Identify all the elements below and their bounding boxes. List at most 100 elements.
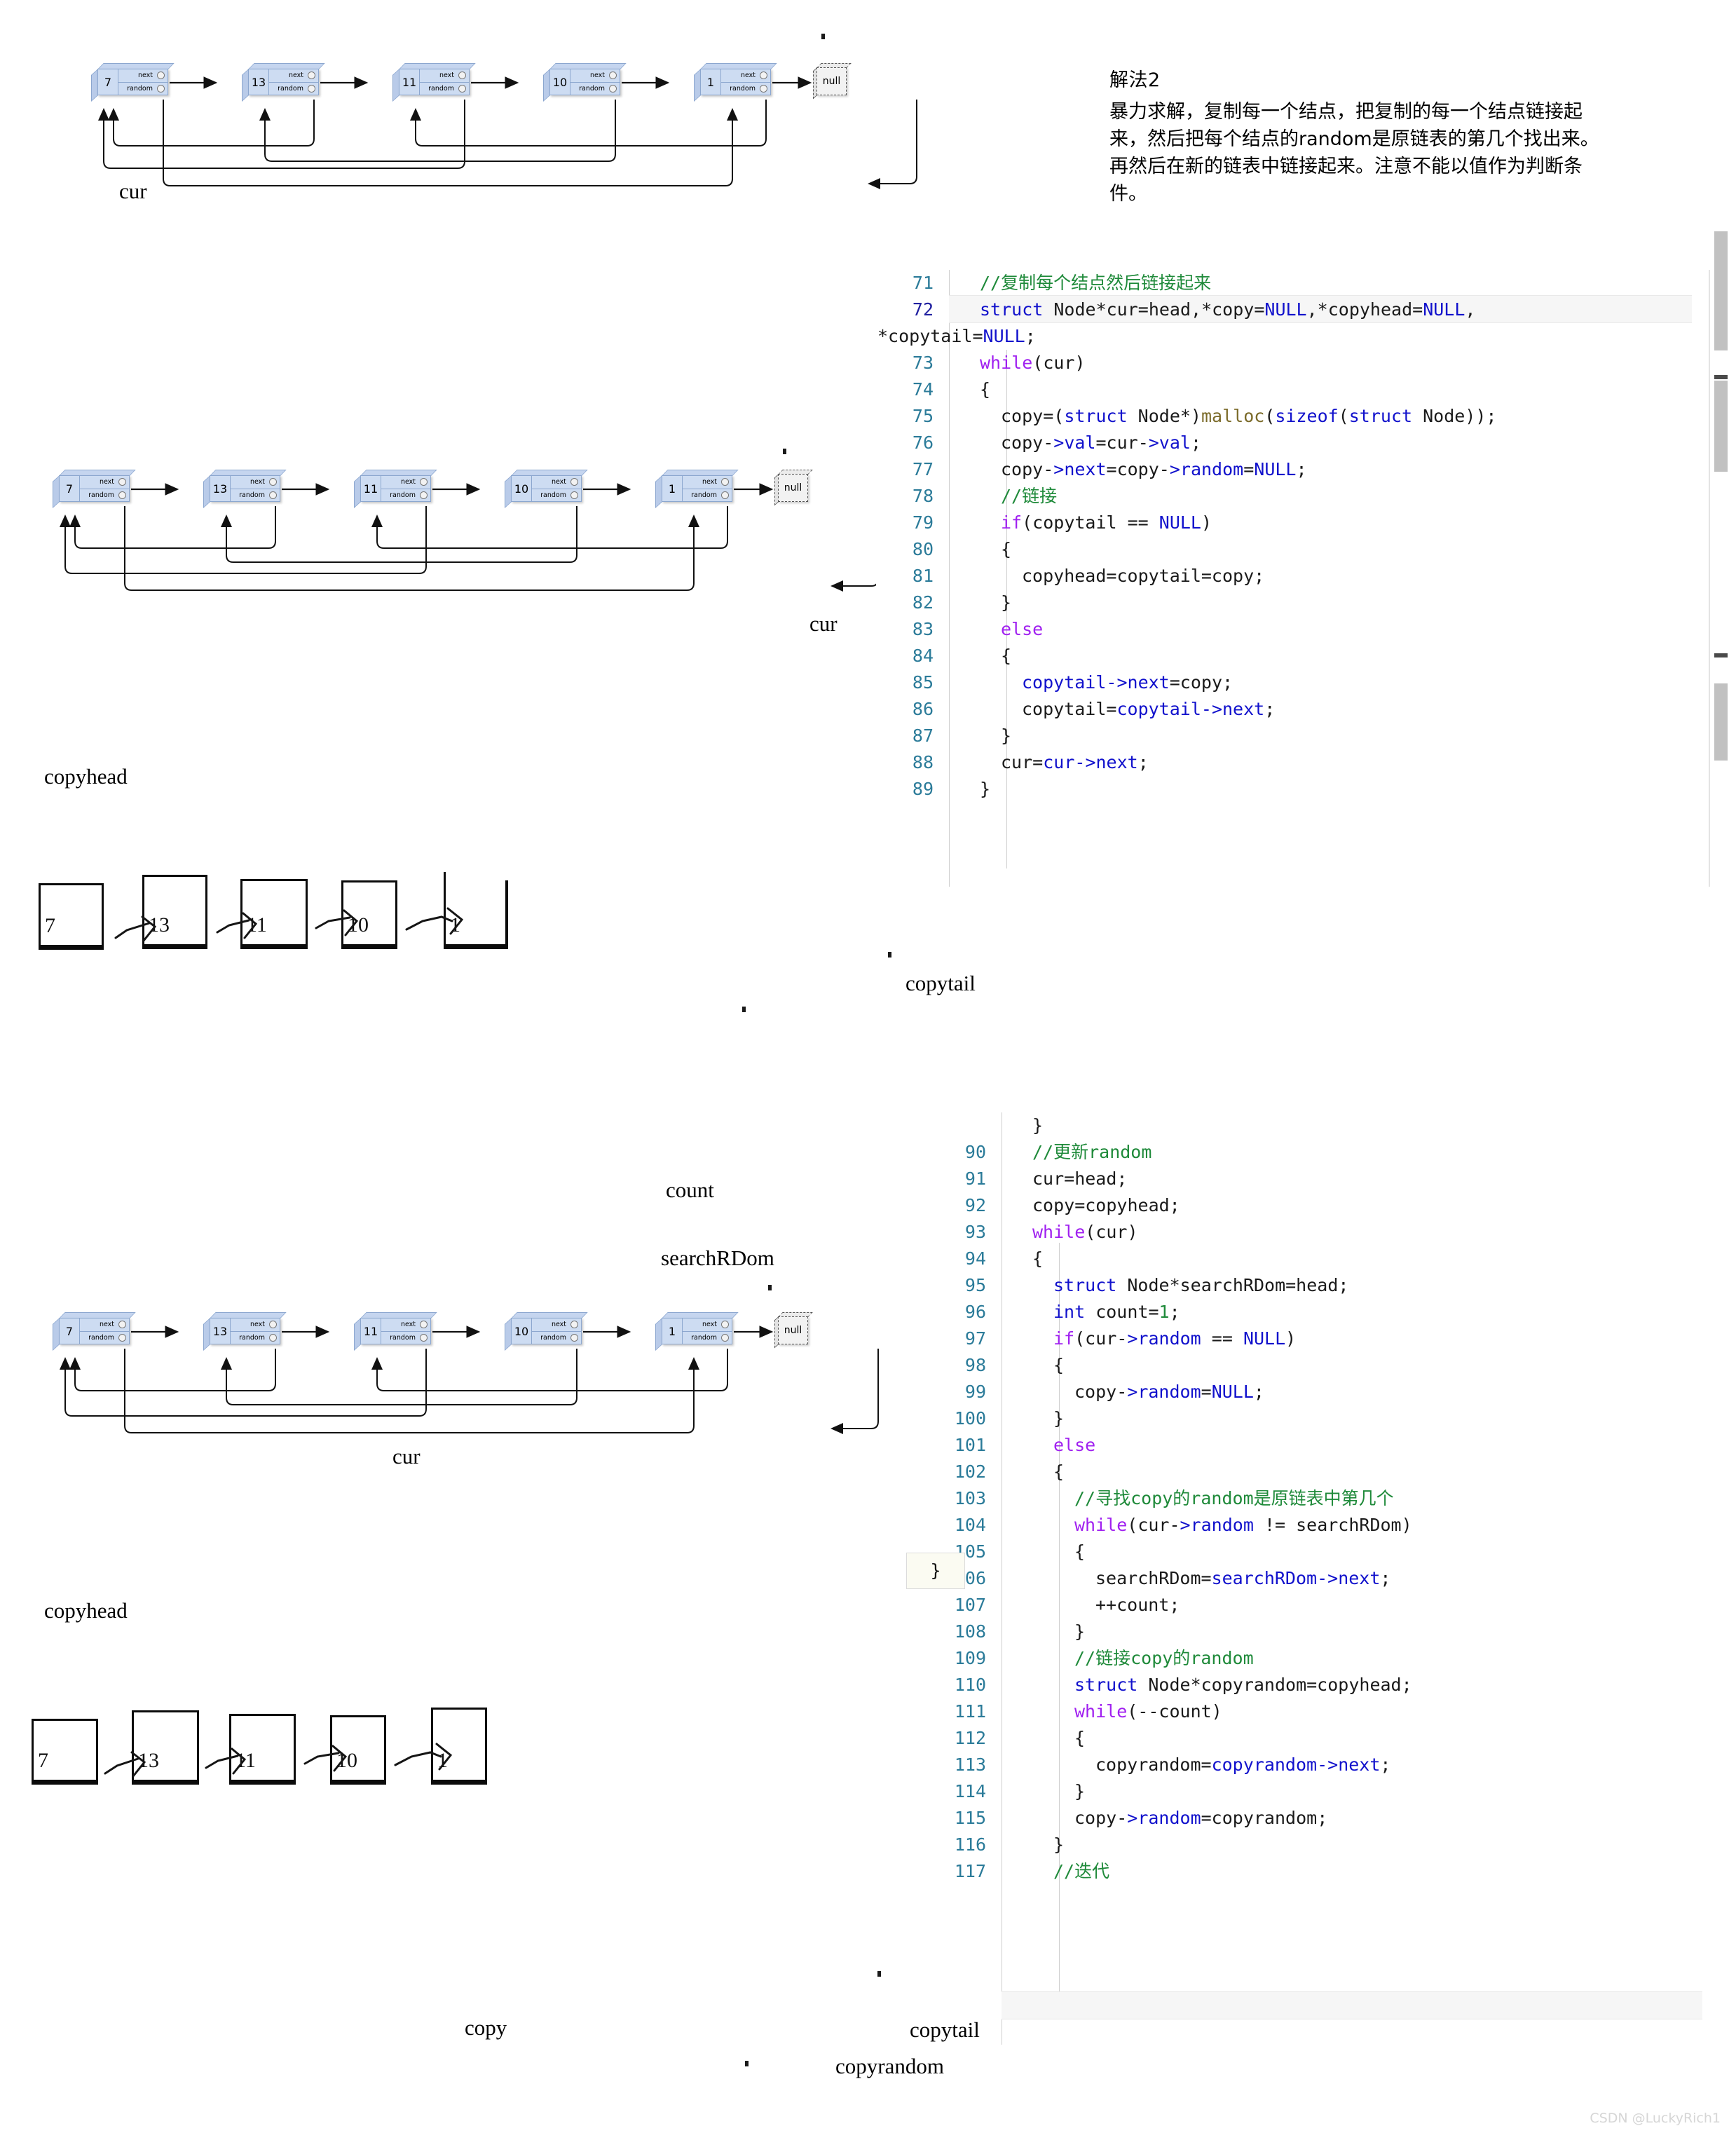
- code-line[interactable]: 103 //寻找copy的random是原链表中第几个: [929, 1485, 1736, 1512]
- code-token: (--count): [1127, 1701, 1222, 1722]
- code-line[interactable]: 94 {: [929, 1246, 1736, 1272]
- code-line[interactable]: 73 while(cur): [876, 350, 1736, 376]
- code-line[interactable]: 89}: [876, 776, 1736, 803]
- code-line[interactable]: 114}: [929, 1778, 1736, 1805]
- code-token: ;: [1169, 1302, 1180, 1322]
- code-token: >next: [1327, 1568, 1381, 1588]
- code-line[interactable]: 75 copy=(struct Node*)malloc(sizeof(struc…: [876, 403, 1736, 430]
- code-line-text: }: [1001, 590, 1011, 616]
- code-token: copy=copyhead;: [1032, 1195, 1180, 1215]
- code-line[interactable]: 110 struct Node*copyrandom=copyhead;: [929, 1672, 1736, 1698]
- handdrawn-box: 13: [132, 1710, 199, 1785]
- code-line-number: 75: [912, 406, 934, 426]
- code-line[interactable]: 108}: [929, 1619, 1736, 1645]
- list-node: 1 next random: [655, 470, 739, 509]
- code-line[interactable]: 92 copy=copyhead;: [929, 1192, 1736, 1219]
- code-line[interactable]: 95 struct Node*searchRDom=head;: [929, 1272, 1736, 1299]
- code-line-text: copytail->next=copy;: [1022, 669, 1233, 696]
- code-line[interactable]: 74 {: [876, 376, 1736, 403]
- node-random-field: random: [381, 1332, 430, 1344]
- code-line[interactable]: 79 if(copytail == NULL): [876, 510, 1736, 536]
- handdrawn-box-tail: 1: [431, 1708, 487, 1785]
- code-token: {: [1074, 1541, 1086, 1562]
- handdrawn-box-value: 1: [437, 1749, 448, 1772]
- node-next-field: next: [532, 476, 581, 489]
- code-line[interactable]: 93 while(cur): [929, 1219, 1736, 1246]
- code-line[interactable]: 117 //迭代: [929, 1858, 1736, 1885]
- code-line-text: {: [1053, 1459, 1064, 1485]
- code-line[interactable]: 112{: [929, 1725, 1736, 1752]
- code-line[interactable]: 88 cur=cur->next;: [876, 749, 1736, 776]
- code-line-text: searchRDom=searchRDom->next;: [1095, 1565, 1390, 1592]
- code-line[interactable]: 113 copyrandom=copyrandom->next;: [929, 1752, 1736, 1778]
- code-line-text: struct Node*copyrandom=copyhead;: [1074, 1672, 1412, 1698]
- list-node: 10 next random: [505, 470, 588, 509]
- node-next-field: next: [721, 69, 770, 83]
- code-line[interactable]: 72 struct Node*cur=head,*copy=NULL,*copyh…: [876, 297, 1736, 323]
- code-line[interactable]: 80 {: [876, 536, 1736, 563]
- code-token: cur-: [1043, 752, 1086, 772]
- code-line-text: }: [1032, 1112, 1043, 1139]
- code-line[interactable]: *copytail=NULL;: [876, 323, 1736, 350]
- code-line-number: 108: [954, 1621, 986, 1642]
- code-line[interactable]: 78 //链接: [876, 483, 1736, 510]
- code-line[interactable]: 87}: [876, 723, 1736, 749]
- code-line[interactable]: 111 while(--count): [929, 1698, 1736, 1725]
- null-label: null: [816, 67, 847, 95]
- code-line-number: 74: [912, 379, 934, 400]
- code-line[interactable]: 77 copy->next=copy->random=NULL;: [876, 456, 1736, 483]
- code-line[interactable]: 102 {: [929, 1459, 1736, 1485]
- code-line[interactable]: 86 copytail=copytail->next;: [876, 696, 1736, 723]
- code-line-text: {: [1032, 1246, 1043, 1272]
- code-token: copyhead=copytail=copy;: [1022, 566, 1265, 586]
- code-line[interactable]: 97 if(cur->random == NULL): [929, 1326, 1736, 1352]
- code-token: if: [1001, 512, 1023, 533]
- code-block-1[interactable]: 71 //复制每个结点然后链接起来 72 struct Node*cur=head,*…: [876, 231, 1736, 887]
- code-token: }: [1001, 725, 1012, 746]
- code-line[interactable]: 107 ++count;: [929, 1592, 1736, 1619]
- code-line[interactable]: 106 searchRDom=searchRDom->next;: [929, 1565, 1736, 1592]
- solution-title: 解法2: [1109, 69, 1161, 91]
- code-token: ): [1285, 1328, 1297, 1349]
- code-line-text: copyrandom=copyrandom->next;: [1095, 1752, 1390, 1778]
- code-line[interactable]: 83 else: [876, 616, 1736, 643]
- code-line[interactable]: 100}: [929, 1405, 1736, 1432]
- brace-match-popup: }: [906, 1553, 965, 1589]
- node-value: 13: [210, 476, 231, 501]
- code-line-number: 78: [912, 486, 934, 506]
- code-line[interactable]: 91 cur=head;: [929, 1166, 1736, 1192]
- next-pointer-dot: [570, 478, 578, 486]
- code-line-number: 109: [954, 1648, 986, 1668]
- code-line[interactable]: 115 copy->random=copyrandom;: [929, 1805, 1736, 1832]
- next-pointer-dot: [269, 1321, 277, 1329]
- pointer-label-count: count: [666, 1178, 714, 1202]
- code-line[interactable]: 98 {: [929, 1352, 1736, 1379]
- code-line-text: }: [1074, 1619, 1085, 1645]
- code-token: //迭代: [1053, 1861, 1110, 1881]
- code-line[interactable]: 116}: [929, 1832, 1736, 1858]
- code-line-text: copy=copyhead;: [1032, 1192, 1180, 1219]
- code-line[interactable]: 105{: [929, 1539, 1736, 1565]
- code-line[interactable]: 81 copyhead=copytail=copy;: [876, 563, 1736, 590]
- node-value: 7: [60, 476, 80, 501]
- code-line[interactable]: 71 //复制每个结点然后链接起来: [876, 270, 1736, 297]
- code-line[interactable]: 90 //更新random: [929, 1139, 1736, 1166]
- code-line[interactable]: 99 copy->random=NULL;: [929, 1379, 1736, 1405]
- code-token: != searchRDom): [1253, 1515, 1412, 1535]
- code-line[interactable]: 109 //链接copy的random: [929, 1645, 1736, 1672]
- code-block-2[interactable]: } 90 //更新random 91 cur=head; 92 copy=copyhead;…: [929, 1112, 1736, 2045]
- code-line[interactable]: 101 else: [929, 1432, 1736, 1459]
- next-label: next: [400, 1321, 416, 1329]
- code-token: NULL: [1423, 299, 1465, 320]
- code-line[interactable]: 84 {: [876, 643, 1736, 669]
- code-line[interactable]: }: [929, 1112, 1736, 1139]
- code-line[interactable]: 96 int count=1;: [929, 1299, 1736, 1326]
- code-token: {: [1053, 1461, 1065, 1482]
- code-line[interactable]: 85 copytail->next=copy;: [876, 669, 1736, 696]
- code-token: ;: [1025, 326, 1036, 346]
- code-line[interactable]: 82}: [876, 590, 1736, 616]
- diagram-3-arrows: [60, 1326, 879, 1434]
- null-label: null: [778, 1316, 808, 1344]
- code-line[interactable]: 76 copy->val=cur->val;: [876, 430, 1736, 456]
- code-line[interactable]: 104 while(cur->random != searchRDom): [929, 1512, 1736, 1539]
